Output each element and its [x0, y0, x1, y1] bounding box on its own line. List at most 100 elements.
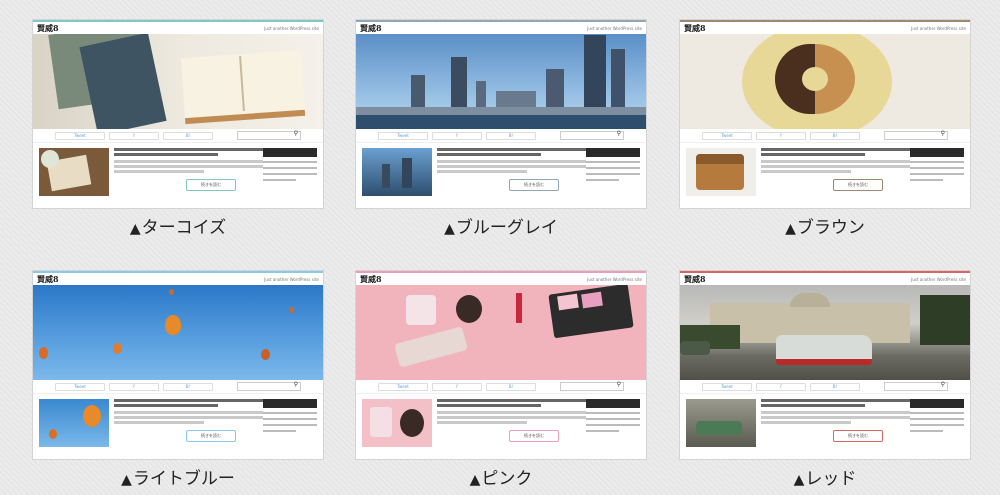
tweet-button[interactable]: Tweet	[378, 131, 428, 140]
tweet-button[interactable]: Tweet	[55, 382, 105, 391]
site-header: 賢威8 Just another WordPress site	[680, 20, 970, 34]
search-icon: ⚲	[616, 130, 621, 137]
post-excerpt: 続きを読む	[756, 148, 911, 196]
post-excerpt: 続きを読む	[109, 148, 264, 196]
site-logo: 賢威8	[360, 22, 382, 33]
theme-card-brown[interactable]: 賢威8 Just another WordPress site Tweet f …	[679, 19, 971, 238]
theme-caption: ▲ライトブルー	[121, 469, 235, 489]
sidebar	[910, 148, 964, 196]
site-header: 賢威8 Just another WordPress site	[680, 271, 970, 285]
facebook-button[interactable]: f	[109, 382, 159, 391]
site-tagline: Just another WordPress site	[587, 25, 642, 31]
read-more-button[interactable]: 続きを読む	[509, 430, 559, 442]
theme-screenshot: 賢威8 Just another WordPress site Tweet f …	[32, 270, 324, 460]
read-more-button[interactable]: 続きを読む	[509, 179, 559, 191]
search-input[interactable]: ⚲	[237, 130, 301, 140]
facebook-button[interactable]: f	[756, 382, 806, 391]
theme-screenshot: 賢威8 Just another WordPress site Tweet f …	[32, 19, 324, 209]
nav-row: Tweet f B! ⚲	[356, 129, 646, 143]
site-logo: 賢威8	[37, 22, 59, 33]
theme-caption: ▲ブルーグレイ	[444, 218, 558, 238]
post-thumbnail[interactable]	[39, 148, 109, 196]
site-logo: 賢威8	[684, 22, 706, 33]
post-excerpt: 続きを読む	[432, 148, 587, 196]
site-tagline: Just another WordPress site	[264, 276, 319, 282]
hero-image-cosmetics	[356, 285, 646, 380]
theme-card-turquoise[interactable]: 賢威8 Just another WordPress site Tweet f …	[32, 19, 324, 238]
hatena-button[interactable]: B!	[486, 382, 536, 391]
theme-caption: ▲ピンク	[469, 469, 533, 489]
search-icon: ⚲	[940, 381, 945, 388]
hero-image-city	[356, 34, 646, 129]
hatena-button[interactable]: B!	[810, 382, 860, 391]
hatena-button[interactable]: B!	[163, 131, 213, 140]
search-input[interactable]: ⚲	[884, 381, 948, 391]
site-header: 賢威8 Just another WordPress site	[33, 20, 323, 34]
read-more-button[interactable]: 続きを読む	[833, 430, 883, 442]
hero-image-books	[33, 34, 323, 129]
facebook-button[interactable]: f	[756, 131, 806, 140]
facebook-button[interactable]: f	[432, 131, 482, 140]
nav-row: Tweet f B! ⚲	[33, 129, 323, 143]
theme-card-light-blue[interactable]: 賢威8 Just another WordPress site Tweet f …	[32, 270, 324, 489]
search-icon: ⚲	[616, 381, 621, 388]
search-icon: ⚲	[940, 130, 945, 137]
search-input[interactable]: ⚲	[884, 130, 948, 140]
theme-caption: ▲ターコイズ	[129, 218, 227, 238]
theme-card-red[interactable]: 賢威8 Just another WordPress site Tweet f …	[679, 270, 971, 489]
search-input[interactable]: ⚲	[237, 381, 301, 391]
post-excerpt: 続きを読む	[432, 399, 587, 447]
hatena-button[interactable]: B!	[486, 131, 536, 140]
post-thumbnail[interactable]	[362, 399, 432, 447]
sidebar	[910, 399, 964, 447]
post-thumbnail[interactable]	[39, 399, 109, 447]
search-icon: ⚲	[293, 130, 298, 137]
site-header: 賢威8 Just another WordPress site	[33, 271, 323, 285]
sidebar	[586, 148, 640, 196]
theme-card-pink[interactable]: 賢威8 Just another WordPress site Tweet f …	[355, 270, 647, 489]
theme-screenshot: 賢威8 Just another WordPress site Tweet f …	[355, 270, 647, 460]
site-logo: 賢威8	[360, 273, 382, 284]
read-more-button[interactable]: 続きを読む	[186, 430, 236, 442]
site-logo: 賢威8	[684, 273, 706, 284]
read-more-button[interactable]: 続きを読む	[186, 179, 236, 191]
sidebar	[263, 399, 317, 447]
post-thumbnail[interactable]	[686, 399, 756, 447]
hatena-button[interactable]: B!	[810, 131, 860, 140]
theme-screenshot: 賢威8 Just another WordPress site Tweet f …	[355, 19, 647, 209]
facebook-button[interactable]: f	[432, 382, 482, 391]
site-tagline: Just another WordPress site	[911, 25, 966, 31]
post-thumbnail[interactable]	[686, 148, 756, 196]
theme-card-blue-grey[interactable]: 賢威8 Just another WordPress site Tweet f …	[355, 19, 647, 238]
theme-caption: ▲レッド	[793, 469, 857, 489]
theme-screenshot: 賢威8 Just another WordPress site Tweet f …	[679, 19, 971, 209]
tweet-button[interactable]: Tweet	[702, 131, 752, 140]
site-tagline: Just another WordPress site	[911, 276, 966, 282]
post-excerpt: 続きを読む	[109, 399, 264, 447]
hero-image-street	[680, 285, 970, 380]
site-header: 賢威8 Just another WordPress site	[356, 271, 646, 285]
tweet-button[interactable]: Tweet	[55, 131, 105, 140]
post-thumbnail[interactable]	[362, 148, 432, 196]
read-more-button[interactable]: 続きを読む	[833, 179, 883, 191]
facebook-button[interactable]: f	[109, 131, 159, 140]
sidebar	[263, 148, 317, 196]
site-logo: 賢威8	[37, 273, 59, 284]
tweet-button[interactable]: Tweet	[702, 382, 752, 391]
hero-image-donut	[680, 34, 970, 129]
theme-caption: ▲ブラウン	[785, 218, 865, 238]
hatena-button[interactable]: B!	[163, 382, 213, 391]
hero-image-balloons	[33, 285, 323, 380]
post-excerpt: 続きを読む	[756, 399, 911, 447]
site-header: 賢威8 Just another WordPress site	[356, 20, 646, 34]
nav-row: Tweet f B! ⚲	[33, 380, 323, 394]
search-input[interactable]: ⚲	[560, 381, 624, 391]
tweet-button[interactable]: Tweet	[378, 382, 428, 391]
search-icon: ⚲	[293, 381, 298, 388]
nav-row: Tweet f B! ⚲	[680, 129, 970, 143]
search-input[interactable]: ⚲	[560, 130, 624, 140]
site-tagline: Just another WordPress site	[587, 276, 642, 282]
site-tagline: Just another WordPress site	[264, 25, 319, 31]
sidebar	[586, 399, 640, 447]
theme-screenshot: 賢威8 Just another WordPress site Tweet f …	[679, 270, 971, 460]
